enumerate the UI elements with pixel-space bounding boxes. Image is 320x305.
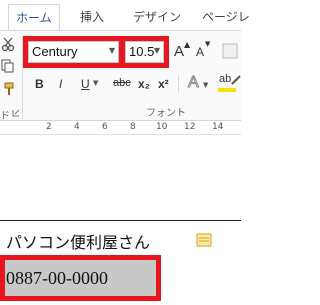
chevron-down-icon[interactable]: ▼ — [93, 79, 98, 87]
ribbon-panel: ド Century ▼ 10.5 ▼ A ▲ A ▼ B I U ▼ abc x… — [0, 30, 241, 122]
ruler-tick-label: 2 — [46, 122, 52, 132]
paste-options-icon[interactable] — [196, 233, 212, 247]
ruler-tick-label: 10 — [156, 122, 168, 132]
font-group-label: フォント — [146, 108, 186, 119]
tab-home[interactable]: ホーム — [8, 4, 60, 31]
divider — [178, 75, 179, 93]
document-rule-line — [0, 220, 241, 221]
format-painter-icon[interactable] — [1, 82, 15, 96]
clipboard-group-label: ド — [0, 111, 10, 122]
font-size-combobox[interactable]: 10.5 ▼ — [125, 41, 164, 63]
shrink-font-button[interactable]: A — [196, 45, 204, 59]
highlighter-pen-icon — [231, 75, 241, 85]
chevron-down-icon: ▼ — [108, 46, 115, 55]
copy-icon[interactable] — [1, 59, 15, 73]
grow-arrow-icon: ▲ — [184, 40, 191, 49]
text-effects-button[interactable]: A — [188, 74, 200, 92]
dialog-launcher-icon[interactable] — [12, 109, 20, 117]
ruler-tick-label: 12 — [184, 122, 196, 132]
shrink-arrow-icon: ▼ — [205, 40, 211, 48]
ruler-tick-label: 8 — [130, 122, 136, 132]
italic-button[interactable]: I — [59, 77, 62, 91]
ribbon-tab-bar: ホーム 挿入 デザイン ページレ — [0, 0, 250, 31]
horizontal-ruler[interactable]: 2 4 6 8 10 12 14 — [0, 121, 241, 135]
tab-insert[interactable]: 挿入 — [80, 4, 104, 31]
document-text-line[interactable]: パソコン便利屋さん — [6, 229, 150, 253]
tab-page-layout[interactable]: ページレ — [202, 4, 250, 31]
underline-button[interactable]: U — [81, 77, 90, 91]
highlight-button[interactable]: ab — [219, 73, 231, 85]
ruler-tick-label: 14 — [212, 122, 224, 132]
strikethrough-button[interactable]: abc — [113, 77, 131, 89]
change-case-icon[interactable] — [221, 41, 241, 61]
superscript-button[interactable]: x² — [158, 77, 169, 91]
cut-icon[interactable] — [1, 37, 15, 51]
chevron-down-icon: ▼ — [153, 46, 160, 55]
chevron-down-icon[interactable]: ▼ — [203, 81, 208, 89]
highlight-color-swatch — [218, 88, 236, 92]
ruler-tick-label: 6 — [102, 122, 108, 132]
font-name-combobox[interactable]: Century ▼ — [28, 41, 119, 63]
font-size-value: 10.5 — [129, 44, 155, 59]
subscript-button[interactable]: x₂ — [138, 77, 150, 91]
tab-design[interactable]: デザイン — [133, 4, 181, 31]
font-name-value: Century — [32, 44, 78, 59]
grow-font-button[interactable]: A — [174, 43, 184, 60]
selected-phone-text[interactable]: 0887-00-0000 — [5, 260, 156, 296]
ruler-tick-label: 4 — [74, 122, 80, 132]
bold-button[interactable]: B — [35, 77, 44, 91]
